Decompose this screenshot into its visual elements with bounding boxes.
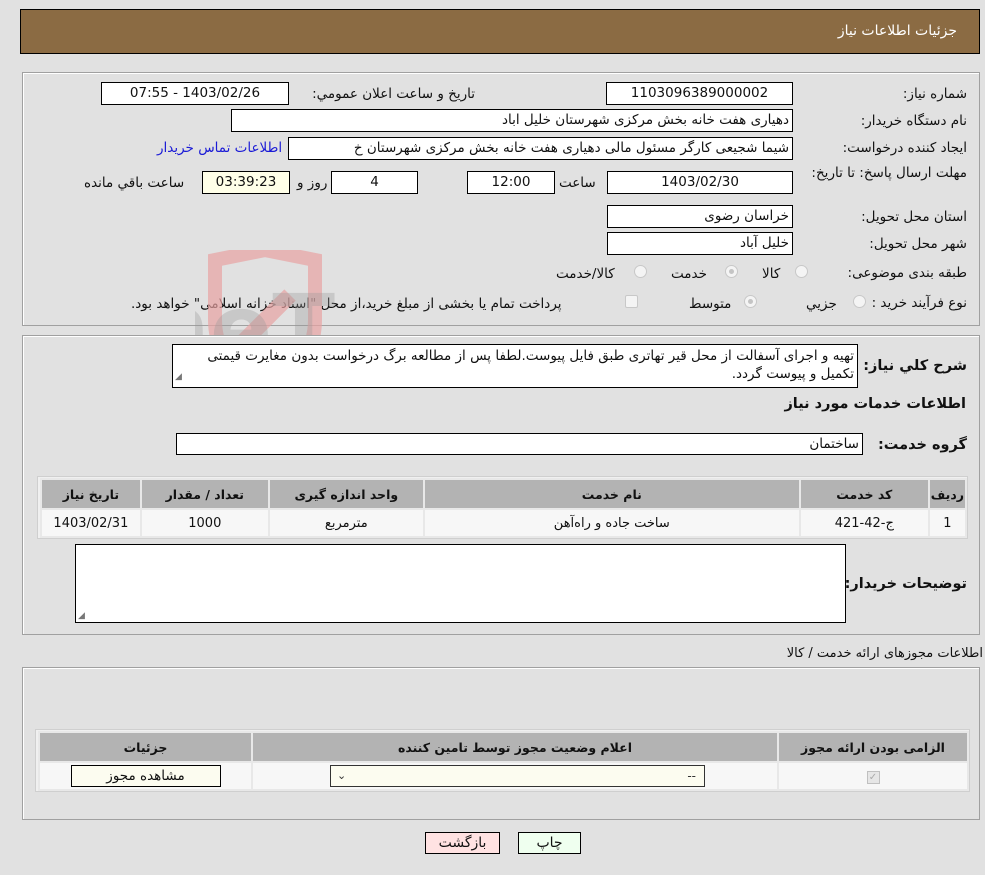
cell-permit-details: مشاهده مجوز	[38, 761, 253, 791]
deadline-date-field: 1403/02/30	[607, 171, 793, 194]
category-radio-goods-service[interactable]	[634, 265, 647, 278]
permits-table-wrap: الزامی بودن ارائه مجوز اعلام وضعیت مجوز …	[35, 729, 970, 792]
col-need-date: تاريخ نياز	[40, 478, 142, 510]
time-remaining-field: 03:39:23	[202, 171, 290, 194]
description-text: تهیه و اجرای آسفالت از محل قیر تهاتری طب…	[207, 348, 854, 382]
col-permit-details: جزئيات	[38, 731, 253, 763]
chevron-down-icon: ⌄	[337, 769, 347, 782]
process-radio-medium[interactable]	[744, 295, 757, 308]
back-button[interactable]: بازگشت	[425, 832, 500, 854]
col-row: رديف	[927, 478, 968, 510]
buyer-org-field: دهیاری هفت خانه بخش مرکزی شهرستان خلیل ا…	[231, 109, 793, 132]
table-row: 1 ج-42-421 ساخت جاده و راه‌آهن مترمربع 1…	[40, 508, 968, 538]
announce-label: تاريخ و ساعت اعلان عمومي:	[312, 86, 475, 102]
services-table-header: رديف کد خدمت نام خدمت واحد اندازه گيری ت…	[40, 478, 968, 510]
process-option-minor: جزيي	[806, 296, 837, 312]
cell-permit-status: -- ⌄	[251, 761, 779, 791]
process-label: نوع فرآيند خريد :	[871, 295, 967, 311]
process-option-medium: متوسط	[689, 296, 732, 312]
page-title: جزئیات اطلاعات نیاز	[837, 23, 957, 39]
description-label: شرح کلي نياز:	[863, 358, 967, 374]
category-radio-service[interactable]	[725, 265, 738, 278]
treasury-checkbox-label: پرداخت تمام يا بخشی از مبلغ خريد،از محل …	[131, 296, 562, 312]
buyer-notes-label: توضيحات خريدار:	[844, 576, 967, 592]
category-radio-goods[interactable]	[795, 265, 808, 278]
col-permit-status: اعلام وضعیت مجوز توسط تامین کننده	[251, 731, 779, 763]
permits-table-header: الزامی بودن ارائه مجوز اعلام وضعیت مجوز …	[38, 731, 969, 763]
deadline-label: مهلت ارسال پاسخ: تا تاريخ:	[811, 165, 967, 181]
treasury-checkbox[interactable]	[625, 295, 638, 308]
announce-field: 1403/02/26 - 07:55	[101, 82, 289, 105]
days-remaining-field: 4	[331, 171, 418, 194]
category-option-goods: کالا	[762, 266, 781, 282]
resize-grip-icon[interactable]: ◢	[78, 611, 85, 621]
need-number-field: 1103096389000002	[606, 82, 793, 105]
col-service-code: کد خدمت	[798, 478, 930, 510]
table-row: ✓ -- ⌄ مشاهده مجوز	[38, 761, 969, 791]
print-button[interactable]: چاپ	[518, 832, 581, 854]
cell-need-date: 1403/02/31	[40, 508, 142, 538]
col-permit-required: الزامی بودن ارائه مجوز	[777, 731, 969, 763]
permits-title: اطلاعات مجوزهای ارائه خدمت / کالا	[786, 646, 983, 661]
service-group-label: گروه خدمت:	[877, 437, 967, 453]
cell-row: 1	[927, 508, 968, 538]
cell-quantity: 1000	[139, 508, 270, 538]
category-option-goods-service: کالا/خدمت	[556, 266, 615, 282]
cell-service-name: ساخت جاده و راه‌آهن	[422, 508, 801, 538]
deadline-time-label: ساعت	[559, 175, 596, 191]
buyer-notes-textarea[interactable]: ◢	[75, 544, 846, 623]
contact-info-link[interactable]: اطلاعات تماس خريدار	[157, 140, 282, 156]
need-number-label: شماره نیاز:	[902, 86, 967, 102]
services-table: رديف کد خدمت نام خدمت واحد اندازه گيری ت…	[40, 478, 968, 538]
category-option-service: خدمت	[671, 266, 707, 282]
days-label: روز و	[297, 175, 328, 191]
page-header: جزئیات اطلاعات نیاز	[20, 9, 980, 54]
resize-grip-icon[interactable]: ◢	[175, 368, 182, 386]
province-field: خراسان رضوی	[607, 205, 793, 228]
cell-permit-required: ✓	[777, 761, 969, 791]
permit-status-value: --	[687, 769, 696, 783]
creator-label: ايجاد کننده درخواست:	[842, 140, 967, 156]
services-title: اطلاعات خدمات مورد نياز	[784, 396, 966, 412]
city-label: شهر محل تحویل:	[869, 236, 967, 252]
cell-unit: مترمربع	[267, 508, 425, 538]
description-textarea[interactable]: تهیه و اجرای آسفالت از محل قیر تهاتری طب…	[172, 344, 858, 388]
city-field: خلیل آباد	[607, 232, 793, 255]
deadline-time-field: 12:00	[467, 171, 555, 194]
service-group-field: ساختمان	[176, 433, 863, 455]
permit-required-checkbox[interactable]: ✓	[866, 770, 880, 784]
col-unit: واحد اندازه گيری	[267, 478, 425, 510]
permit-status-select[interactable]: -- ⌄	[330, 765, 705, 787]
view-permit-button[interactable]: مشاهده مجوز	[70, 765, 221, 787]
buyer-org-label: نام دستگاه خريدار:	[860, 113, 967, 129]
permits-table: الزامی بودن ارائه مجوز اعلام وضعیت مجوز …	[38, 731, 969, 791]
province-label: استان محل تحویل:	[861, 209, 967, 225]
creator-field: شیما شجیعی کارگر مسئول مالی دهیاری هفت خ…	[288, 137, 793, 160]
cell-service-code: ج-42-421	[798, 508, 930, 538]
col-quantity: تعداد / مقدار	[139, 478, 270, 510]
col-service-name: نام خدمت	[422, 478, 801, 510]
services-table-wrap: رديف کد خدمت نام خدمت واحد اندازه گيری ت…	[37, 476, 968, 539]
process-radio-minor[interactable]	[853, 295, 866, 308]
category-label: طبقه بندی موضوعی:	[847, 265, 967, 281]
time-remaining-label: ساعت باقي مانده	[84, 175, 185, 191]
